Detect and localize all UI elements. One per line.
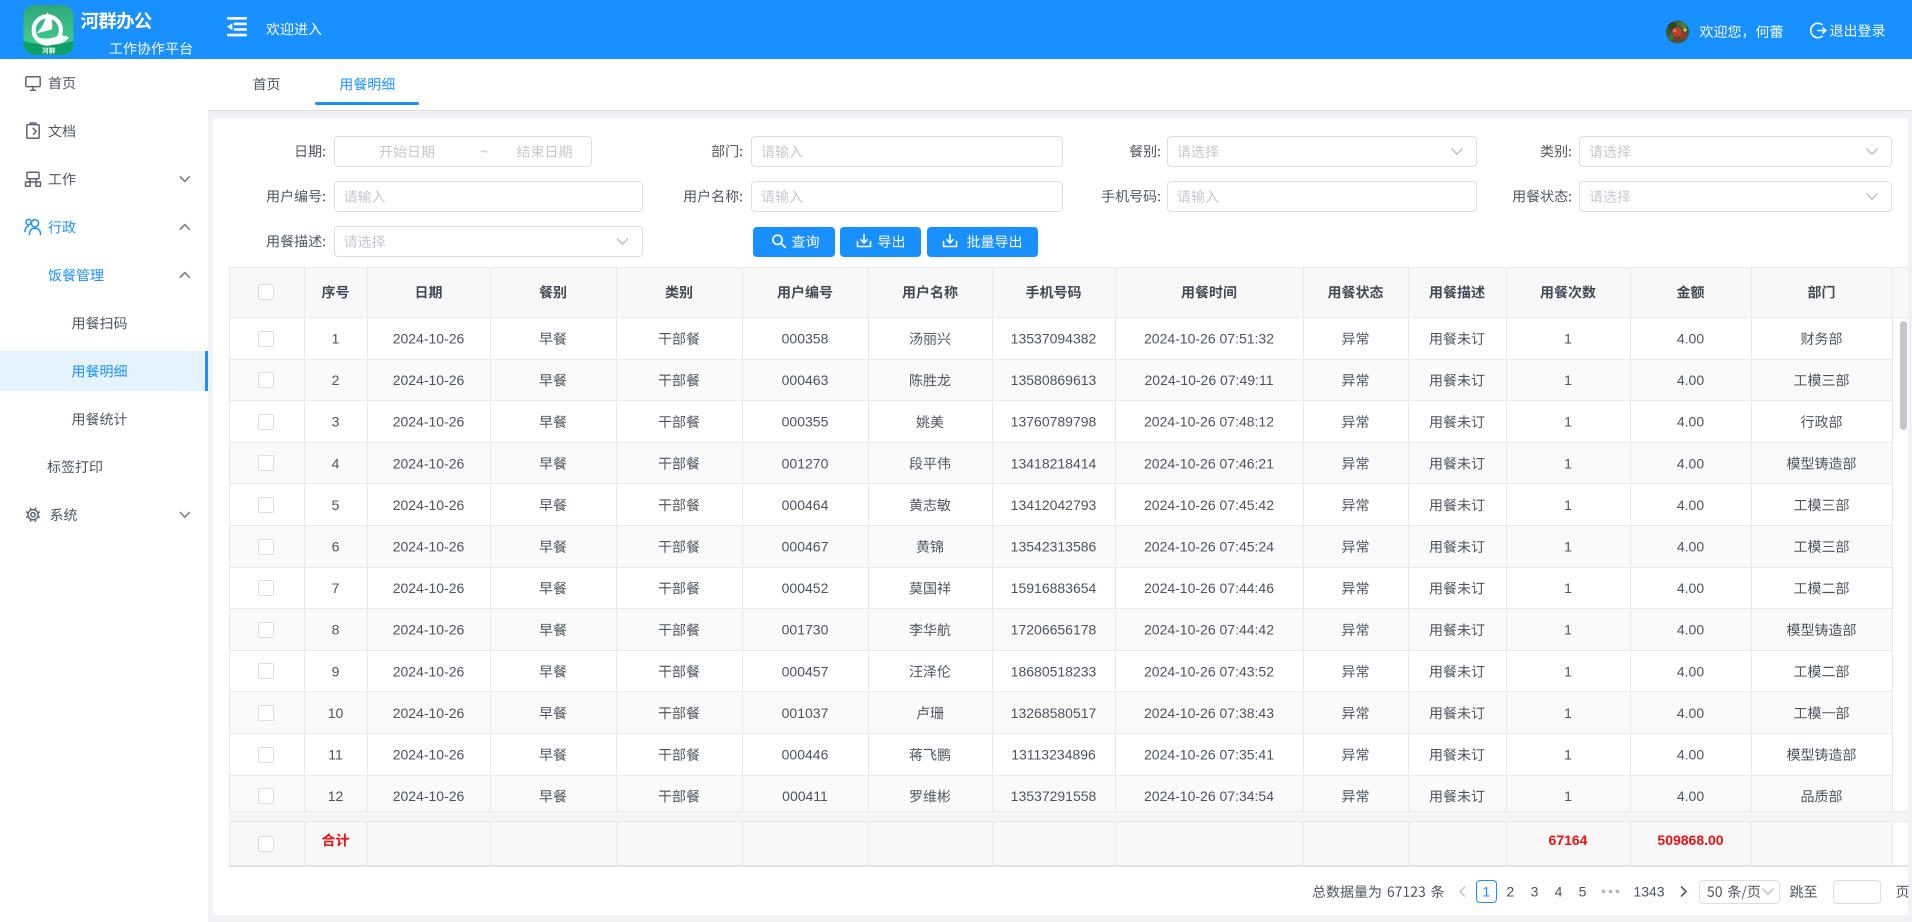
svg-text:2024-10-26: 2024-10-26 bbox=[393, 372, 465, 388]
svg-text:13537094382: 13537094382 bbox=[1011, 331, 1097, 347]
svg-text:2024-10-26 07:38:43: 2024-10-26 07:38:43 bbox=[1144, 705, 1274, 721]
svg-text:2024-10-26: 2024-10-26 bbox=[393, 788, 465, 804]
svg-text:000355: 000355 bbox=[782, 414, 829, 430]
svg-text:4.00: 4.00 bbox=[1677, 414, 1704, 430]
svg-text:1: 1 bbox=[1564, 788, 1572, 804]
svg-text:001270: 001270 bbox=[782, 455, 829, 471]
svg-text:1: 1 bbox=[1564, 622, 1572, 638]
svg-text:13412042793: 13412042793 bbox=[1011, 497, 1097, 513]
svg-text:2024-10-26 07:51:32: 2024-10-26 07:51:32 bbox=[1144, 331, 1274, 347]
svg-text:1: 1 bbox=[1482, 884, 1490, 900]
svg-text:2024-10-26 07:48:12: 2024-10-26 07:48:12 bbox=[1144, 414, 1274, 430]
svg-text:13760789798: 13760789798 bbox=[1011, 414, 1097, 430]
svg-text:2024-10-26: 2024-10-26 bbox=[393, 622, 465, 638]
svg-text:4.00: 4.00 bbox=[1677, 747, 1704, 763]
svg-text:17206656178: 17206656178 bbox=[1011, 622, 1097, 638]
svg-text:2024-10-26: 2024-10-26 bbox=[393, 331, 465, 347]
svg-text:2024-10-26: 2024-10-26 bbox=[393, 455, 465, 471]
svg-text:13113234896: 13113234896 bbox=[1011, 747, 1096, 763]
svg-text:1: 1 bbox=[1564, 414, 1572, 430]
svg-text:000464: 000464 bbox=[782, 497, 829, 513]
svg-text:4.00: 4.00 bbox=[1677, 705, 1704, 721]
svg-text:18680518233: 18680518233 bbox=[1011, 663, 1097, 679]
svg-text:000463: 000463 bbox=[782, 372, 829, 388]
svg-text:2024-10-26 07:44:46: 2024-10-26 07:44:46 bbox=[1144, 580, 1274, 596]
svg-text:13542313586: 13542313586 bbox=[1011, 539, 1097, 555]
svg-text:2024-10-26 07:49:11: 2024-10-26 07:49:11 bbox=[1145, 372, 1274, 388]
svg-text:1: 1 bbox=[1564, 372, 1572, 388]
svg-text:11: 11 bbox=[328, 747, 343, 763]
svg-text:1: 1 bbox=[1564, 497, 1572, 513]
svg-text:4.00: 4.00 bbox=[1677, 331, 1704, 347]
svg-text:2024-10-26: 2024-10-26 bbox=[393, 663, 465, 679]
svg-text:1: 1 bbox=[1564, 580, 1572, 596]
svg-text:000446: 000446 bbox=[782, 747, 829, 763]
svg-text:4.00: 4.00 bbox=[1677, 372, 1704, 388]
svg-text:13580869613: 13580869613 bbox=[1011, 372, 1097, 388]
svg-text:13268580517: 13268580517 bbox=[1011, 705, 1097, 721]
svg-text:2024-10-26 07:45:24: 2024-10-26 07:45:24 bbox=[1144, 539, 1274, 555]
svg-text:7: 7 bbox=[332, 580, 340, 596]
svg-text:000452: 000452 bbox=[782, 580, 829, 596]
svg-text:000411: 000411 bbox=[782, 788, 828, 804]
svg-text:1: 1 bbox=[1564, 747, 1572, 763]
svg-text:509868.00: 509868.00 bbox=[1657, 832, 1723, 848]
svg-text:2024-10-26 07:34:54: 2024-10-26 07:34:54 bbox=[1144, 788, 1274, 804]
svg-text:5: 5 bbox=[1579, 884, 1587, 900]
svg-text:2: 2 bbox=[332, 372, 340, 388]
svg-text:2024-10-26: 2024-10-26 bbox=[393, 539, 465, 555]
svg-text:10: 10 bbox=[328, 705, 344, 721]
svg-text:4.00: 4.00 bbox=[1677, 539, 1704, 555]
svg-text:2024-10-26: 2024-10-26 bbox=[393, 705, 465, 721]
svg-text:1: 1 bbox=[332, 331, 340, 347]
svg-text:8: 8 bbox=[332, 622, 340, 638]
svg-text:4.00: 4.00 bbox=[1677, 622, 1704, 638]
svg-text:000457: 000457 bbox=[782, 663, 829, 679]
svg-text:3: 3 bbox=[1531, 884, 1539, 900]
svg-text:000358: 000358 bbox=[782, 331, 829, 347]
svg-text:001037: 001037 bbox=[782, 705, 829, 721]
svg-text:1: 1 bbox=[1564, 539, 1572, 555]
svg-text:4: 4 bbox=[1555, 884, 1563, 900]
svg-text:9: 9 bbox=[332, 663, 340, 679]
svg-text:~: ~ bbox=[480, 144, 488, 160]
svg-text:3: 3 bbox=[332, 414, 340, 430]
svg-text:5: 5 bbox=[332, 497, 340, 513]
svg-text:2024-10-26: 2024-10-26 bbox=[393, 580, 465, 596]
svg-text:13537291558: 13537291558 bbox=[1011, 788, 1097, 804]
svg-text:4.00: 4.00 bbox=[1677, 663, 1704, 679]
svg-text:2024-10-26 07:43:52: 2024-10-26 07:43:52 bbox=[1144, 663, 1274, 679]
svg-text:4.00: 4.00 bbox=[1677, 788, 1704, 804]
svg-text:001730: 001730 bbox=[782, 622, 829, 638]
svg-text:2024-10-26 07:45:42: 2024-10-26 07:45:42 bbox=[1144, 497, 1274, 513]
svg-text:2024-10-26 07:46:21: 2024-10-26 07:46:21 bbox=[1144, 455, 1274, 471]
svg-text:4.00: 4.00 bbox=[1677, 497, 1704, 513]
svg-text:2024-10-26 07:35:41: 2024-10-26 07:35:41 bbox=[1144, 747, 1274, 763]
svg-text:2: 2 bbox=[1506, 884, 1514, 900]
svg-text:4.00: 4.00 bbox=[1677, 455, 1704, 471]
svg-text:2024-10-26: 2024-10-26 bbox=[393, 414, 465, 430]
svg-text:13418218414: 13418218414 bbox=[1011, 455, 1097, 471]
svg-text:1: 1 bbox=[1564, 705, 1572, 721]
svg-text:000467: 000467 bbox=[782, 539, 829, 555]
svg-text:4: 4 bbox=[332, 455, 340, 471]
svg-text:1: 1 bbox=[1564, 455, 1572, 471]
svg-text:2024-10-26: 2024-10-26 bbox=[393, 497, 465, 513]
svg-text:2024-10-26: 2024-10-26 bbox=[393, 747, 465, 763]
svg-text:1: 1 bbox=[1564, 663, 1572, 679]
svg-text:67164: 67164 bbox=[1549, 832, 1588, 848]
svg-text:4.00: 4.00 bbox=[1677, 580, 1704, 596]
svg-text:6: 6 bbox=[332, 539, 340, 555]
svg-text:1: 1 bbox=[1564, 331, 1572, 347]
svg-text:15916883654: 15916883654 bbox=[1011, 580, 1097, 596]
svg-text:12: 12 bbox=[328, 788, 344, 804]
svg-text:2024-10-26 07:44:42: 2024-10-26 07:44:42 bbox=[1144, 622, 1274, 638]
svg-text:1343: 1343 bbox=[1633, 884, 1664, 900]
